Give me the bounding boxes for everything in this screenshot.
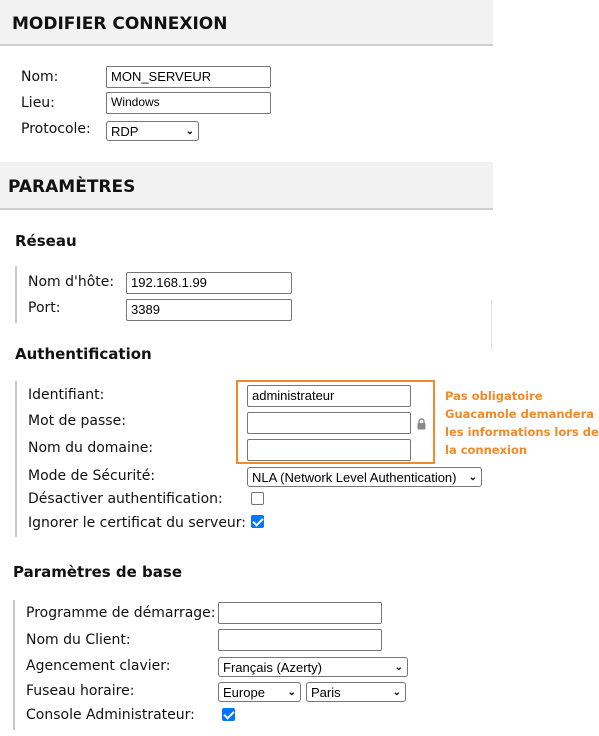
- network-section-border: [15, 266, 17, 323]
- protocol-label: Protocole:: [21, 121, 91, 137]
- disable-auth-label: Désactiver authentification:: [28, 491, 223, 507]
- chevron-down-icon: ⌄: [394, 661, 403, 673]
- location-label: Lieu:: [21, 95, 55, 111]
- credentials-note: Pas obligatoire Guacamole demandera les …: [445, 387, 599, 459]
- protocol-select[interactable]: RDP ⌄: [106, 121, 199, 141]
- admin-console-checkbox[interactable]: [222, 708, 235, 721]
- password-label: Mot de passe:: [28, 413, 126, 429]
- timezone-city-select[interactable]: Paris ⌄: [306, 682, 406, 702]
- edit-connection-header: MODIFIER CONNEXION: [0, 0, 493, 46]
- domain-label: Nom du domaine:: [28, 440, 154, 456]
- keyboard-layout-select[interactable]: Français (Azerty) ⌄: [218, 657, 408, 677]
- parameters-header: PARAMÈTRES: [0, 162, 493, 210]
- startup-program-label: Programme de démarrage:: [26, 605, 216, 621]
- security-mode-label: Mode de Sécurité:: [28, 468, 156, 484]
- timezone-region-select[interactable]: Europe ⌄: [218, 682, 301, 702]
- port-label: Port:: [28, 300, 61, 316]
- auth-section-title: Authentification: [15, 345, 152, 363]
- parameters-title: PARAMÈTRES: [8, 177, 136, 197]
- keyboard-layout-label: Agencement clavier:: [26, 658, 171, 674]
- disable-auth-checkbox[interactable]: [251, 492, 264, 505]
- security-mode-select[interactable]: NLA (Network Level Authentication) ⌄: [247, 467, 482, 487]
- optional-credentials-highlight: [236, 380, 435, 464]
- username-label: Identifiant:: [28, 387, 105, 403]
- timezone-label: Fuseau horaire:: [26, 683, 135, 699]
- chevron-down-icon: ⌄: [468, 471, 477, 483]
- name-label: Nom:: [21, 69, 59, 85]
- hostname-label: Nom d'hôte:: [28, 274, 115, 290]
- port-input[interactable]: 3389: [126, 299, 292, 321]
- note-line: les informations lors de: [445, 425, 599, 439]
- client-name-label: Nom du Client:: [26, 632, 131, 648]
- keyboard-layout-value: Français (Azerty): [223, 659, 322, 675]
- basic-section-title: Paramètres de base: [13, 563, 183, 581]
- note-line: Pas obligatoire: [445, 389, 543, 403]
- admin-console-label: Console Administrateur:: [26, 707, 195, 723]
- hostname-input[interactable]: 192.168.1.99: [126, 272, 292, 294]
- network-section-title: Réseau: [15, 232, 77, 250]
- section-right-border: [491, 300, 492, 350]
- ignore-cert-label: Ignorer le certificat du serveur:: [28, 515, 247, 531]
- client-name-input[interactable]: [218, 629, 382, 651]
- location-input[interactable]: Windows: [106, 92, 271, 114]
- timezone-city-value: Paris: [311, 684, 341, 700]
- name-input[interactable]: MON_SERVEUR: [106, 66, 271, 88]
- note-line: la connexion: [445, 443, 528, 457]
- timezone-region-value: Europe: [223, 684, 265, 700]
- chevron-down-icon: ⌄: [287, 686, 296, 698]
- protocol-select-value: RDP: [111, 123, 139, 139]
- ignore-cert-checkbox[interactable]: [251, 515, 264, 528]
- chevron-down-icon: ⌄: [392, 686, 401, 698]
- basic-section-border: [13, 600, 15, 730]
- auth-section-border: [15, 381, 17, 537]
- startup-program-input[interactable]: [218, 602, 382, 624]
- security-mode-value: NLA (Network Level Authentication): [252, 469, 457, 485]
- chevron-down-icon: ⌄: [185, 125, 194, 137]
- edit-connection-title: MODIFIER CONNEXION: [12, 14, 228, 34]
- note-line: Guacamole demandera: [445, 407, 595, 421]
